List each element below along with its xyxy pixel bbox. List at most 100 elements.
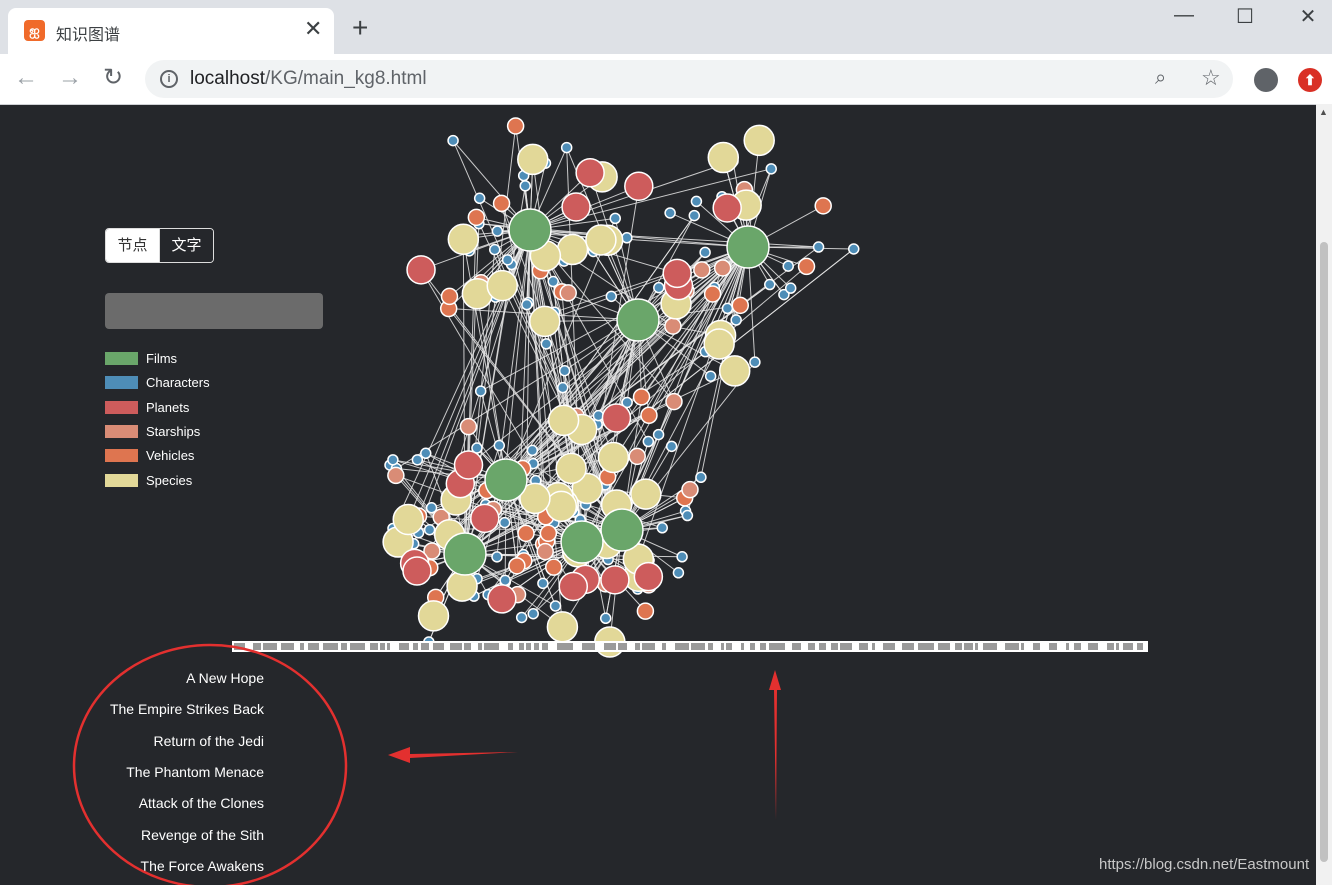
film-item[interactable]: The Force Awakens (80, 856, 264, 876)
search-input[interactable] (105, 293, 323, 329)
back-icon[interactable]: ← (14, 63, 38, 93)
graph-node-characters[interactable] (699, 246, 711, 259)
graph-node-starships[interactable] (665, 392, 683, 411)
graph-node-starships[interactable] (681, 480, 699, 499)
zoom-icon[interactable]: ⌕ (1155, 67, 1166, 90)
close-window-icon[interactable]: ✕ (1288, 4, 1328, 29)
graph-node-characters[interactable] (423, 523, 436, 536)
graph-node-characters[interactable] (782, 260, 794, 272)
graph-node-vehicles[interactable] (506, 117, 525, 135)
graph-node-starships[interactable] (559, 284, 577, 302)
maximize-icon[interactable]: ☐ (1225, 4, 1265, 29)
graph-node-planets[interactable] (470, 503, 500, 534)
graph-node-vehicles[interactable] (703, 285, 722, 303)
graph-node-planets[interactable] (601, 403, 632, 433)
graph-node-starships[interactable] (693, 261, 711, 279)
graph-node-characters[interactable] (676, 551, 688, 563)
graph-node-films[interactable] (443, 532, 487, 576)
graph-node-characters[interactable] (664, 207, 676, 219)
graph-node-characters[interactable] (609, 212, 621, 225)
graph-node-planets[interactable] (712, 193, 742, 223)
graph-node-species[interactable] (392, 503, 424, 536)
graph-node-characters[interactable] (642, 435, 655, 448)
graph-node-characters[interactable] (491, 551, 503, 563)
graph-node-planets[interactable] (487, 584, 517, 614)
graph-node-species[interactable] (446, 570, 478, 602)
film-item[interactable]: The Phantom Menace (80, 762, 264, 782)
graph-node-species[interactable] (718, 355, 751, 387)
graph-node-planets[interactable] (633, 561, 664, 592)
graph-node-planets[interactable] (561, 192, 591, 222)
graph-node-vehicles[interactable] (797, 257, 816, 276)
graph-node-characters[interactable] (549, 600, 562, 612)
graph-node-vehicles[interactable] (440, 287, 459, 306)
graph-node-films[interactable] (726, 225, 770, 269)
graph-node-characters[interactable] (681, 509, 694, 522)
graph-node-characters[interactable] (688, 209, 701, 222)
page-scrollbar[interactable]: ▲ (1316, 104, 1332, 885)
knowledge-graph[interactable] (370, 112, 930, 662)
graph-node-characters[interactable] (765, 163, 777, 175)
graph-node-characters[interactable] (557, 381, 569, 394)
graph-node-species[interactable] (555, 452, 587, 485)
graph-node-characters[interactable] (499, 574, 511, 587)
graph-node-planets[interactable] (453, 450, 484, 480)
graph-node-planets[interactable] (624, 171, 654, 201)
graph-node-characters[interactable] (519, 180, 531, 192)
graph-node-characters[interactable] (560, 141, 573, 154)
address-bar[interactable]: i localhost/KG/main_kg8.html ⌕ ☆ (145, 60, 1233, 98)
graph-node-characters[interactable] (784, 282, 797, 294)
graph-node-characters[interactable] (498, 516, 511, 529)
graph-node-films[interactable] (600, 508, 644, 552)
graph-node-planets[interactable] (600, 565, 630, 595)
scroll-thumb[interactable] (1320, 242, 1328, 862)
graph-node-vehicles[interactable] (467, 208, 486, 227)
graph-node-vehicles[interactable] (539, 524, 558, 543)
graph-node-characters[interactable] (695, 471, 707, 484)
graph-node-species[interactable] (447, 223, 480, 256)
graph-node-characters[interactable] (515, 611, 528, 624)
graph-node-films[interactable] (508, 208, 552, 252)
graph-node-characters[interactable] (420, 447, 432, 460)
bookmark-star-icon[interactable]: ☆ (1201, 65, 1221, 91)
graph-node-characters[interactable] (704, 370, 717, 382)
film-item[interactable]: Return of the Jedi (80, 731, 264, 751)
graph-node-species[interactable] (529, 305, 561, 338)
forward-icon[interactable]: → (58, 63, 82, 93)
graph-node-planets[interactable] (406, 255, 436, 285)
graph-node-characters[interactable] (491, 225, 504, 237)
graph-node-species[interactable] (630, 478, 662, 510)
graph-node-characters[interactable] (599, 612, 612, 625)
graph-node-species[interactable] (545, 490, 578, 523)
reload-icon[interactable]: ↻ (103, 63, 123, 93)
graph-node-vehicles[interactable] (517, 524, 535, 543)
graph-node-characters[interactable] (473, 192, 486, 205)
graph-node-starships[interactable] (713, 259, 732, 277)
graph-node-characters[interactable] (489, 243, 501, 256)
graph-node-films[interactable] (560, 520, 604, 564)
graph-node-vehicles[interactable] (508, 557, 526, 575)
minimize-icon[interactable]: — (1164, 4, 1204, 27)
graph-node-starships[interactable] (536, 542, 554, 561)
graph-node-planets[interactable] (558, 571, 589, 602)
new-tab-button[interactable]: + (352, 14, 368, 42)
graph-node-characters[interactable] (605, 290, 618, 303)
graph-node-vehicles[interactable] (640, 406, 658, 425)
graph-node-vehicles[interactable] (492, 194, 511, 213)
graph-node-characters[interactable] (537, 577, 549, 590)
graph-node-characters[interactable] (652, 428, 665, 441)
graph-node-species[interactable] (585, 224, 617, 256)
graph-node-characters[interactable] (526, 444, 539, 457)
graph-node-characters[interactable] (721, 302, 734, 315)
graph-node-starships[interactable] (664, 317, 682, 335)
graph-node-species[interactable] (486, 269, 518, 302)
graph-node-vehicles[interactable] (544, 558, 563, 576)
graph-node-species[interactable] (707, 141, 740, 174)
film-item[interactable]: Attack of the Clones (80, 793, 264, 813)
graph-node-characters[interactable] (665, 440, 678, 453)
graph-node-characters[interactable] (521, 298, 533, 311)
graph-node-species[interactable] (547, 404, 580, 437)
graph-node-species[interactable] (546, 611, 579, 643)
toggle-node-button[interactable]: 节点 (106, 229, 159, 262)
graph-node-species[interactable] (517, 143, 549, 176)
